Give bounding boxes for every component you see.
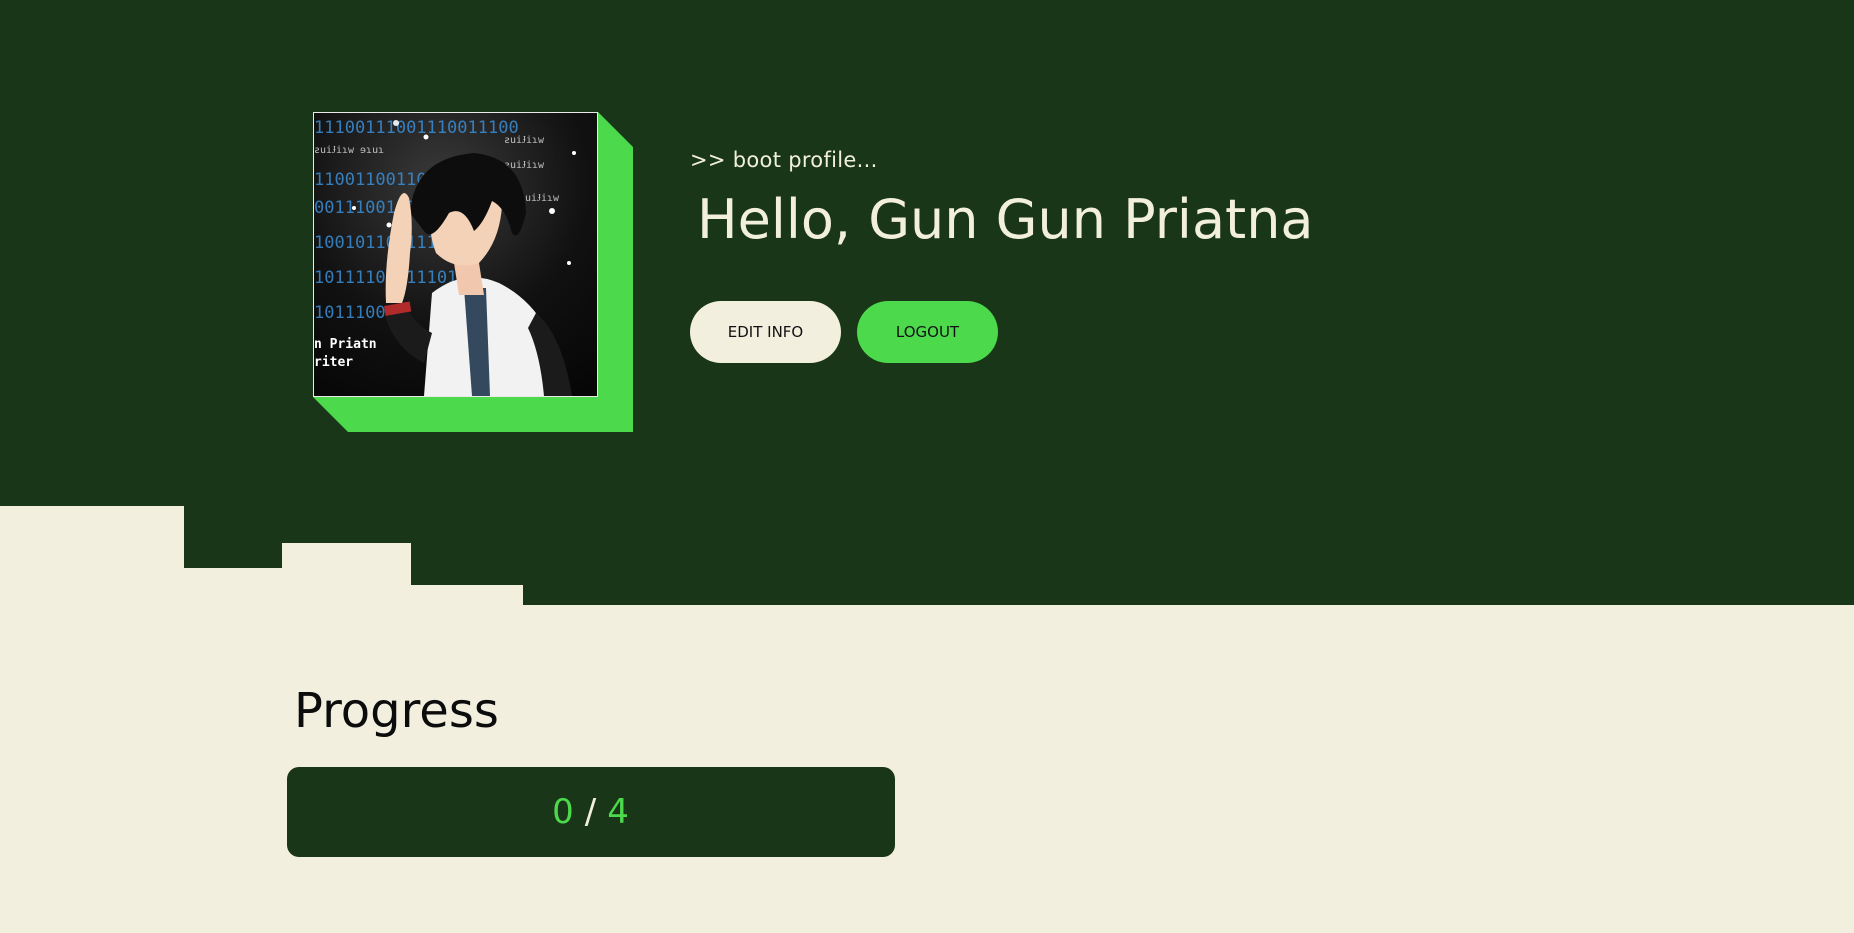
avatar-caption-line-2: riter [314,355,353,370]
progress-total-count: 4 [607,792,630,832]
avatar: 11100111001110011100 1100110011001 00111… [313,112,598,397]
progress-counter: 0 / 4 [287,767,895,857]
svg-text:ƨuiɈiɿw: ƨuiɈiɿw [519,193,560,204]
progress-title: Progress [294,683,499,739]
avatar-caption-line-1: n Priatn [314,337,377,352]
svg-text:ƨuiɈiɿw: ƨuiɈiɿw [504,135,545,146]
svg-text:10111100011101: 10111100011101 [314,268,457,288]
avatar-illustration: 11100111001110011100 1100110011001 00111… [314,118,576,396]
avatar-container: 11100111001110011100 1100110011001 00111… [313,112,633,432]
profile-page: 11100111001110011100 1100110011001 00111… [0,0,1854,933]
progress-separator: / [584,792,598,832]
progress-completed-count: 0 [552,792,575,832]
edit-info-button[interactable]: EDIT INFO [690,301,841,363]
svg-text:11100111001110011100: 11100111001110011100 [314,118,519,138]
svg-text:ƨuiɈiɿw ɘɿuɿ: ƨuiɈiɿw ɘɿuɿ [314,145,384,156]
boot-status-text: >> boot profile... [690,148,878,172]
greeting-heading: Hello, Gun Gun Priatna [697,188,1314,251]
logout-button[interactable]: LOGOUT [857,301,998,363]
